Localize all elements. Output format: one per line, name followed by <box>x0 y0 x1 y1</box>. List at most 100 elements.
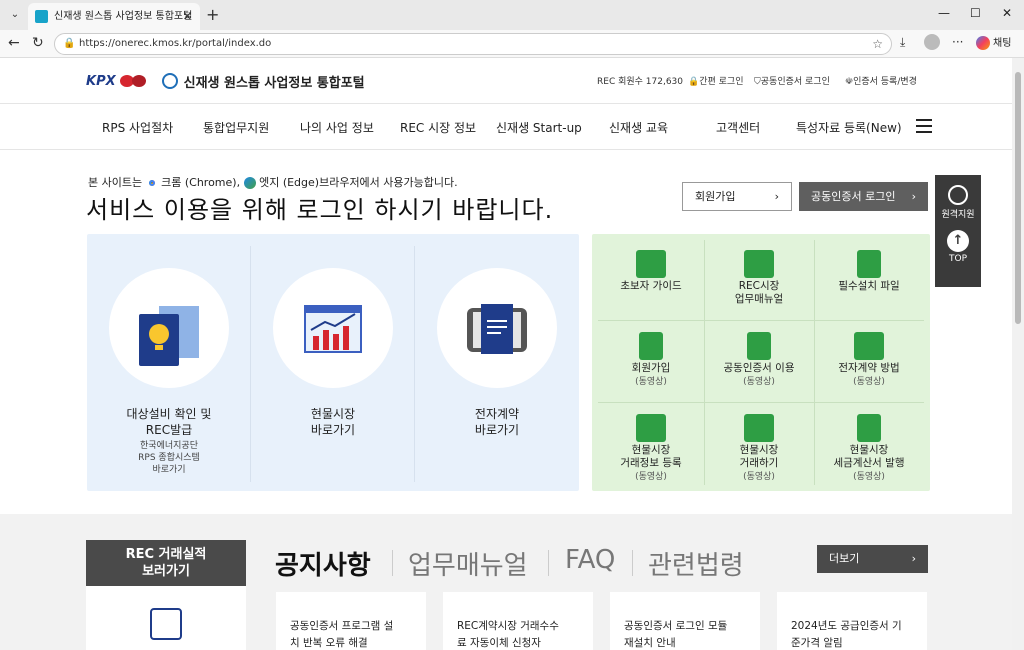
chat-label: 채팅 <box>993 38 1012 49</box>
close-tab-icon[interactable]: ✕ <box>183 3 192 30</box>
nav-my-business[interactable]: 나의 사업 정보 <box>300 119 374 136</box>
back-icon[interactable]: ← <box>8 35 20 51</box>
cert-login-link[interactable]: ⛉공동인증서 로그인 <box>754 74 830 87</box>
page-scrollbar[interactable] <box>1012 58 1024 650</box>
tab-faq[interactable]: FAQ <box>565 545 615 575</box>
icon-circle <box>273 268 393 388</box>
emblem-icon <box>161 73 178 89</box>
guide-trade-info-video[interactable]: 현물시장 거래정보 등록 (동영상) <box>598 404 704 484</box>
nav-rec-market[interactable]: REC 시장 정보 <box>400 119 476 136</box>
site-info-icon[interactable]: 🔒 <box>63 34 75 54</box>
quick-link-e-contract[interactable]: 전자계약 바로가기 <box>415 246 579 482</box>
browser-chrome: ⌄ 신재생 원스톱 사업정보 통합포털 ✕ + — ☐ ✕ ← ↻ 🔒 http… <box>0 0 1024 58</box>
minimize-icon[interactable]: — <box>938 6 950 20</box>
document-play-icon <box>639 332 663 360</box>
notice-card[interactable]: 공동인증서 로그인 모듈 재설치 안내 <box>610 592 760 650</box>
lightbulb-document-icon <box>139 306 199 366</box>
notice-pre: 본 사이트는 <box>88 176 143 189</box>
chevron-right-icon: › <box>911 190 916 203</box>
simple-login-link[interactable]: 🔒간편 로그인 <box>688 74 743 87</box>
notice-card[interactable]: 공동인증서 프로그램 설치 반복 오류 해결 <box>276 592 426 650</box>
notice-card[interactable]: REC계약시장 거래수수 료 자동이체 신청자 <box>443 592 593 650</box>
tab-list-chevron-icon[interactable]: ⌄ <box>6 6 24 24</box>
pen-document-icon <box>747 332 771 360</box>
close-window-icon[interactable]: ✕ <box>1002 6 1012 20</box>
tab-notice[interactable]: 공지사항 <box>275 545 371 582</box>
site-header: KPX 신재생 원스톱 사업정보 통합포털 REC 회원수 172,630 🔒간… <box>0 58 1012 104</box>
remote-label: 원격지원 <box>941 210 975 220</box>
tab-laws[interactable]: 관련법령 <box>648 545 744 582</box>
guide-rec-manual[interactable]: REC시장 업무매뉴얼 <box>706 240 812 320</box>
quick-link-label: 현물시장 바로가기 <box>310 407 356 437</box>
cert-register-link[interactable]: ☫인증서 등록/변경 <box>845 74 917 87</box>
browser-notice: 본 사이트는 크롬 (Chrome), 엣지 (Edge)브라우저에서 사용가능… <box>88 174 458 190</box>
browser-tab[interactable]: 신재생 원스톱 사업정보 통합포털 ✕ <box>28 3 200 30</box>
site-title: 신재생 원스톱 사업정보 통합포털 <box>183 75 365 91</box>
guide-required-files[interactable]: 필수설치 파일 <box>816 240 922 320</box>
remote-support-button[interactable]: 원격지원 <box>935 185 981 220</box>
guide-label: 회원가입 (동영상) <box>631 362 671 387</box>
arrow-up-icon: ↑ <box>947 230 969 252</box>
cert-register-label: 인증서 등록/변경 <box>853 77 917 87</box>
web-page: KPX 신재생 원스톱 사업정보 통합포털 REC 회원수 172,630 🔒간… <box>0 58 1012 650</box>
notice-card[interactable]: 2024년도 공급인증서 기 준가격 알림 <box>777 592 927 650</box>
hamburger-menu-icon[interactable] <box>916 119 932 133</box>
guide-label: 전자계약 방법 (동영상) <box>838 362 900 387</box>
chart-icon <box>304 305 362 353</box>
guide-trade-video[interactable]: 현물시장 거래하기 (동영상) <box>706 404 812 484</box>
scrollbar-thumb[interactable] <box>1015 72 1021 324</box>
medal-icon: ☫ <box>845 77 854 87</box>
guide-beginner[interactable]: 초보자 가이드 <box>598 240 704 320</box>
quick-link-label: 전자계약 바로가기 <box>474 407 520 437</box>
new-tab-icon[interactable]: + <box>206 5 219 24</box>
guide-tax-invoice-video[interactable]: 현물시장 세금계산서 발행 (동영상) <box>816 404 922 484</box>
guide-cert-video[interactable]: 공동인증서 이용 (동영상) <box>706 322 812 402</box>
maximize-icon[interactable]: ☐ <box>970 6 981 20</box>
quick-link-rec-issue[interactable]: 대상설비 확인 및 REC발급 한국에너지공단 RPS 종합시스템 바로가기 <box>87 246 251 482</box>
nav-education[interactable]: 신재생 교육 <box>609 119 668 136</box>
cert-login-button[interactable]: 공동인증서 로그인 › <box>799 182 928 211</box>
more-button[interactable]: 더보기 › <box>817 545 928 573</box>
file-download-icon <box>857 250 881 278</box>
favorite-star-icon[interactable]: ☆ <box>872 34 883 54</box>
refresh-icon[interactable]: ↻ <box>32 35 44 51</box>
address-row: ← ↻ 🔒 https://onerec.kmos.kr/portal/inde… <box>0 30 1024 58</box>
tab-title: 신재생 원스톱 사업정보 통합포털 <box>54 11 193 22</box>
download-icon[interactable]: ⤓ <box>900 35 905 50</box>
site-logo[interactable]: KPX 신재생 원스톱 사업정보 통합포털 <box>86 70 365 92</box>
url-text: https://onerec.kmos.kr/portal/index.do <box>79 38 272 49</box>
nav-customer[interactable]: 고객센터 <box>716 119 760 136</box>
tab-manual[interactable]: 업무매뉴얼 <box>408 545 528 582</box>
tab-strip: ⌄ 신재생 원스톱 사업정보 통합포털 ✕ + — ☐ ✕ <box>0 0 1024 30</box>
invoice-icon <box>857 414 881 442</box>
cert-login-label: 공동인증서 로그인 <box>760 77 830 87</box>
kpx-logo-text: KPX <box>86 73 116 89</box>
quick-link-sub: 한국에너지공단 RPS 종합시스템 바로가기 <box>138 441 200 475</box>
rec-results-button[interactable]: REC 거래실적 보러가기 <box>86 540 246 586</box>
top-label: TOP <box>948 254 967 264</box>
quick-link-spot-market[interactable]: 현물시장 바로가기 <box>251 246 415 482</box>
simple-login-label: 간편 로그인 <box>699 77 744 87</box>
nav-startup[interactable]: 신재생 Start-up <box>496 119 582 136</box>
profile-avatar[interactable] <box>924 34 940 50</box>
nav-data-register[interactable]: 특성자료 등록(New) <box>796 119 902 136</box>
more-menu-icon[interactable]: ··· <box>952 35 963 49</box>
chevron-right-icon: › <box>774 190 779 203</box>
guide-label: 현물시장 거래하기 (동영상) <box>739 444 779 482</box>
nav-integrated[interactable]: 통합업무지원 <box>203 119 269 136</box>
guide-join-video[interactable]: 회원가입 (동영상) <box>598 322 704 402</box>
join-button[interactable]: 회원가입 › <box>682 182 792 211</box>
icon-circle <box>437 268 557 388</box>
headset-icon <box>948 185 968 205</box>
chat-button[interactable]: 채팅 <box>976 34 1011 50</box>
guide-label: 초보자 가이드 <box>620 280 682 292</box>
rec-results-card[interactable] <box>86 586 246 650</box>
top-button[interactable]: ↑ TOP <box>935 230 981 264</box>
guide-contract-video[interactable]: 전자계약 방법 (동영상) <box>816 322 922 402</box>
guide-label: 현물시장 세금계산서 발행 (동영상) <box>833 444 905 482</box>
shield-icon: ⛉ <box>754 77 761 87</box>
cart-icon <box>744 414 774 442</box>
nav-rps[interactable]: RPS 사업절차 <box>102 119 173 136</box>
checklist-icon <box>150 608 182 640</box>
address-bar[interactable]: 🔒 https://onerec.kmos.kr/portal/index.do… <box>54 33 892 55</box>
